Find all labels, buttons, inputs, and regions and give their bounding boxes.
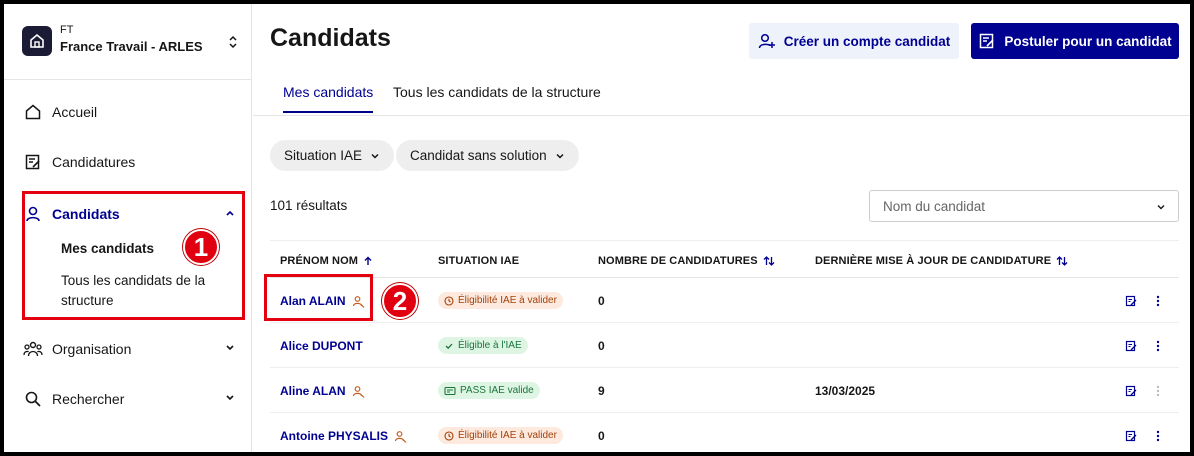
- column-header-label: NOMBRE DE CANDIDATURES: [598, 255, 758, 267]
- sidebar-item-label: Candidatures: [52, 154, 136, 170]
- sidebar-divider: [4, 79, 252, 80]
- more-options-icon[interactable]: [1154, 339, 1162, 353]
- apply-action-icon[interactable]: [1125, 340, 1137, 352]
- apply-action-icon[interactable]: [1125, 385, 1137, 397]
- candidate-name: Aline ALAN: [280, 384, 346, 398]
- more-options-icon[interactable]: [1154, 429, 1162, 443]
- filter-situation-iae[interactable]: Situation IAE: [270, 140, 395, 171]
- referent-user-icon: [394, 430, 407, 443]
- column-header-name[interactable]: PRÉNOM NOM: [280, 255, 373, 267]
- sidebar-item-organisation[interactable]: Organisation: [22, 334, 240, 364]
- button-label: Créer un compte candidat: [783, 33, 951, 49]
- sort-toggle-icon: [1056, 256, 1068, 266]
- clock-icon: [444, 430, 454, 441]
- candidate-name-select[interactable]: Nom du candidat: [869, 190, 1179, 222]
- table-row: Alice DUPONT Éligible à l'IAE 0: [270, 324, 1179, 368]
- status-label: Éligibilité IAE à valider: [458, 430, 557, 441]
- select-placeholder: Nom du candidat: [883, 198, 986, 214]
- status-badge: Éligibilité IAE à valider: [438, 427, 563, 444]
- apply-for-candidate-button[interactable]: Postuler pour un candidat: [971, 23, 1179, 59]
- edit-document-icon: [22, 153, 44, 171]
- status-label: Éligibilité IAE à valider: [458, 295, 557, 306]
- organization-switcher[interactable]: FT France Travail - ARLES: [22, 24, 240, 60]
- applications-count: 9: [598, 384, 605, 398]
- sidebar-item-label: Rechercher: [52, 391, 125, 407]
- column-header-label: DERNIÈRE MISE À JOUR DE CANDIDATURE: [815, 255, 1052, 267]
- candidate-name-link[interactable]: Antoine PHYSALIS: [280, 429, 407, 443]
- pass-card-icon: [444, 386, 456, 395]
- edit-document-icon: [980, 33, 994, 49]
- apply-action-icon[interactable]: [1125, 295, 1137, 307]
- apply-action-icon[interactable]: [1125, 430, 1137, 442]
- sidebar-item-accueil[interactable]: Accueil: [22, 97, 240, 127]
- annotation-step-badge: 2: [382, 283, 418, 319]
- column-header-label: SITUATION IAE: [438, 255, 520, 267]
- status-badge: Éligibilité IAE à valider: [438, 292, 563, 309]
- status-label: Éligible à l'IAE: [458, 340, 522, 351]
- home-icon: [22, 103, 44, 121]
- table-header: PRÉNOM NOM SITUATION IAE NOMBRE DE CANDI…: [270, 240, 1179, 278]
- organization-name: France Travail - ARLES: [60, 39, 203, 54]
- sort-ascending-icon: [364, 256, 372, 265]
- results-count: 101 résultats: [270, 198, 348, 213]
- page-title: Candidats: [270, 24, 391, 52]
- referent-user-icon: [352, 385, 364, 398]
- candidate-name: Alice DUPONT: [280, 339, 363, 353]
- create-candidate-account-button[interactable]: Créer un compte candidat: [749, 23, 959, 59]
- search-icon: [22, 390, 44, 408]
- table-row: Antoine PHYSALIS Éligibilité IAE à valid…: [270, 414, 1179, 456]
- team-icon: [22, 340, 44, 358]
- sidebar-item-label: Organisation: [52, 341, 132, 357]
- more-options-icon-disabled: [1156, 385, 1160, 397]
- tab-mes-candidats[interactable]: Mes candidats: [283, 84, 374, 113]
- button-label: Postuler pour un candidat: [1004, 33, 1172, 49]
- sidebar-item-label: Accueil: [52, 104, 98, 120]
- check-icon: [445, 343, 453, 349]
- chevron-up-down-icon: [229, 35, 237, 49]
- sidebar-item-candidatures[interactable]: Candidatures: [22, 147, 240, 177]
- column-header-label: PRÉNOM NOM: [280, 255, 358, 267]
- chevron-down-icon: [371, 153, 379, 159]
- main-content: Candidats Créer un compte candidat Postu…: [253, 4, 1190, 452]
- chevron-down-icon: [226, 345, 234, 351]
- add-user-icon: [758, 33, 775, 49]
- organization-home-icon: [22, 26, 52, 56]
- sort-toggle-icon: [763, 256, 775, 266]
- chevron-down-icon: [226, 395, 234, 401]
- column-header-situation: SITUATION IAE: [438, 255, 519, 267]
- status-label: PASS IAE valide: [460, 385, 534, 396]
- filter-label: Situation IAE: [284, 148, 363, 163]
- applications-count: 0: [598, 429, 605, 443]
- sidebar-item-rechercher[interactable]: Rechercher: [22, 384, 240, 414]
- column-header-count[interactable]: NOMBRE DE CANDIDATURES: [598, 255, 775, 267]
- candidate-name: Antoine PHYSALIS: [280, 429, 389, 443]
- column-header-updated[interactable]: DERNIÈRE MISE À JOUR DE CANDIDATURE: [815, 255, 1068, 267]
- organization-short-label: FT: [60, 24, 74, 36]
- chevron-down-icon: [556, 153, 564, 159]
- last-update-date: 13/03/2025: [815, 384, 876, 398]
- tab-bar: Mes candidats Tous les candidats de la s…: [253, 76, 1190, 116]
- candidate-name-link[interactable]: Alice DUPONT: [280, 339, 363, 353]
- table-row: Aline ALAN PASS IAE valide 9 13/03/2025: [270, 369, 1179, 413]
- annotation-step-badge: 1: [183, 229, 219, 265]
- applications-count: 0: [598, 294, 605, 308]
- candidate-name-link[interactable]: Aline ALAN: [280, 384, 365, 398]
- status-badge: PASS IAE valide: [438, 382, 540, 399]
- applications-count: 0: [598, 339, 605, 353]
- tab-tous-les-candidats[interactable]: Tous les candidats de la structure: [393, 84, 601, 110]
- status-badge: Éligible à l'IAE: [438, 337, 528, 354]
- chevron-down-icon: [1157, 205, 1165, 210]
- annotation-highlight-candidate-name: [264, 274, 373, 321]
- more-options-icon[interactable]: [1154, 294, 1162, 308]
- clock-icon: [444, 295, 454, 306]
- filter-candidat-sans-solution[interactable]: Candidat sans solution: [396, 140, 579, 171]
- filter-label: Candidat sans solution: [410, 148, 547, 163]
